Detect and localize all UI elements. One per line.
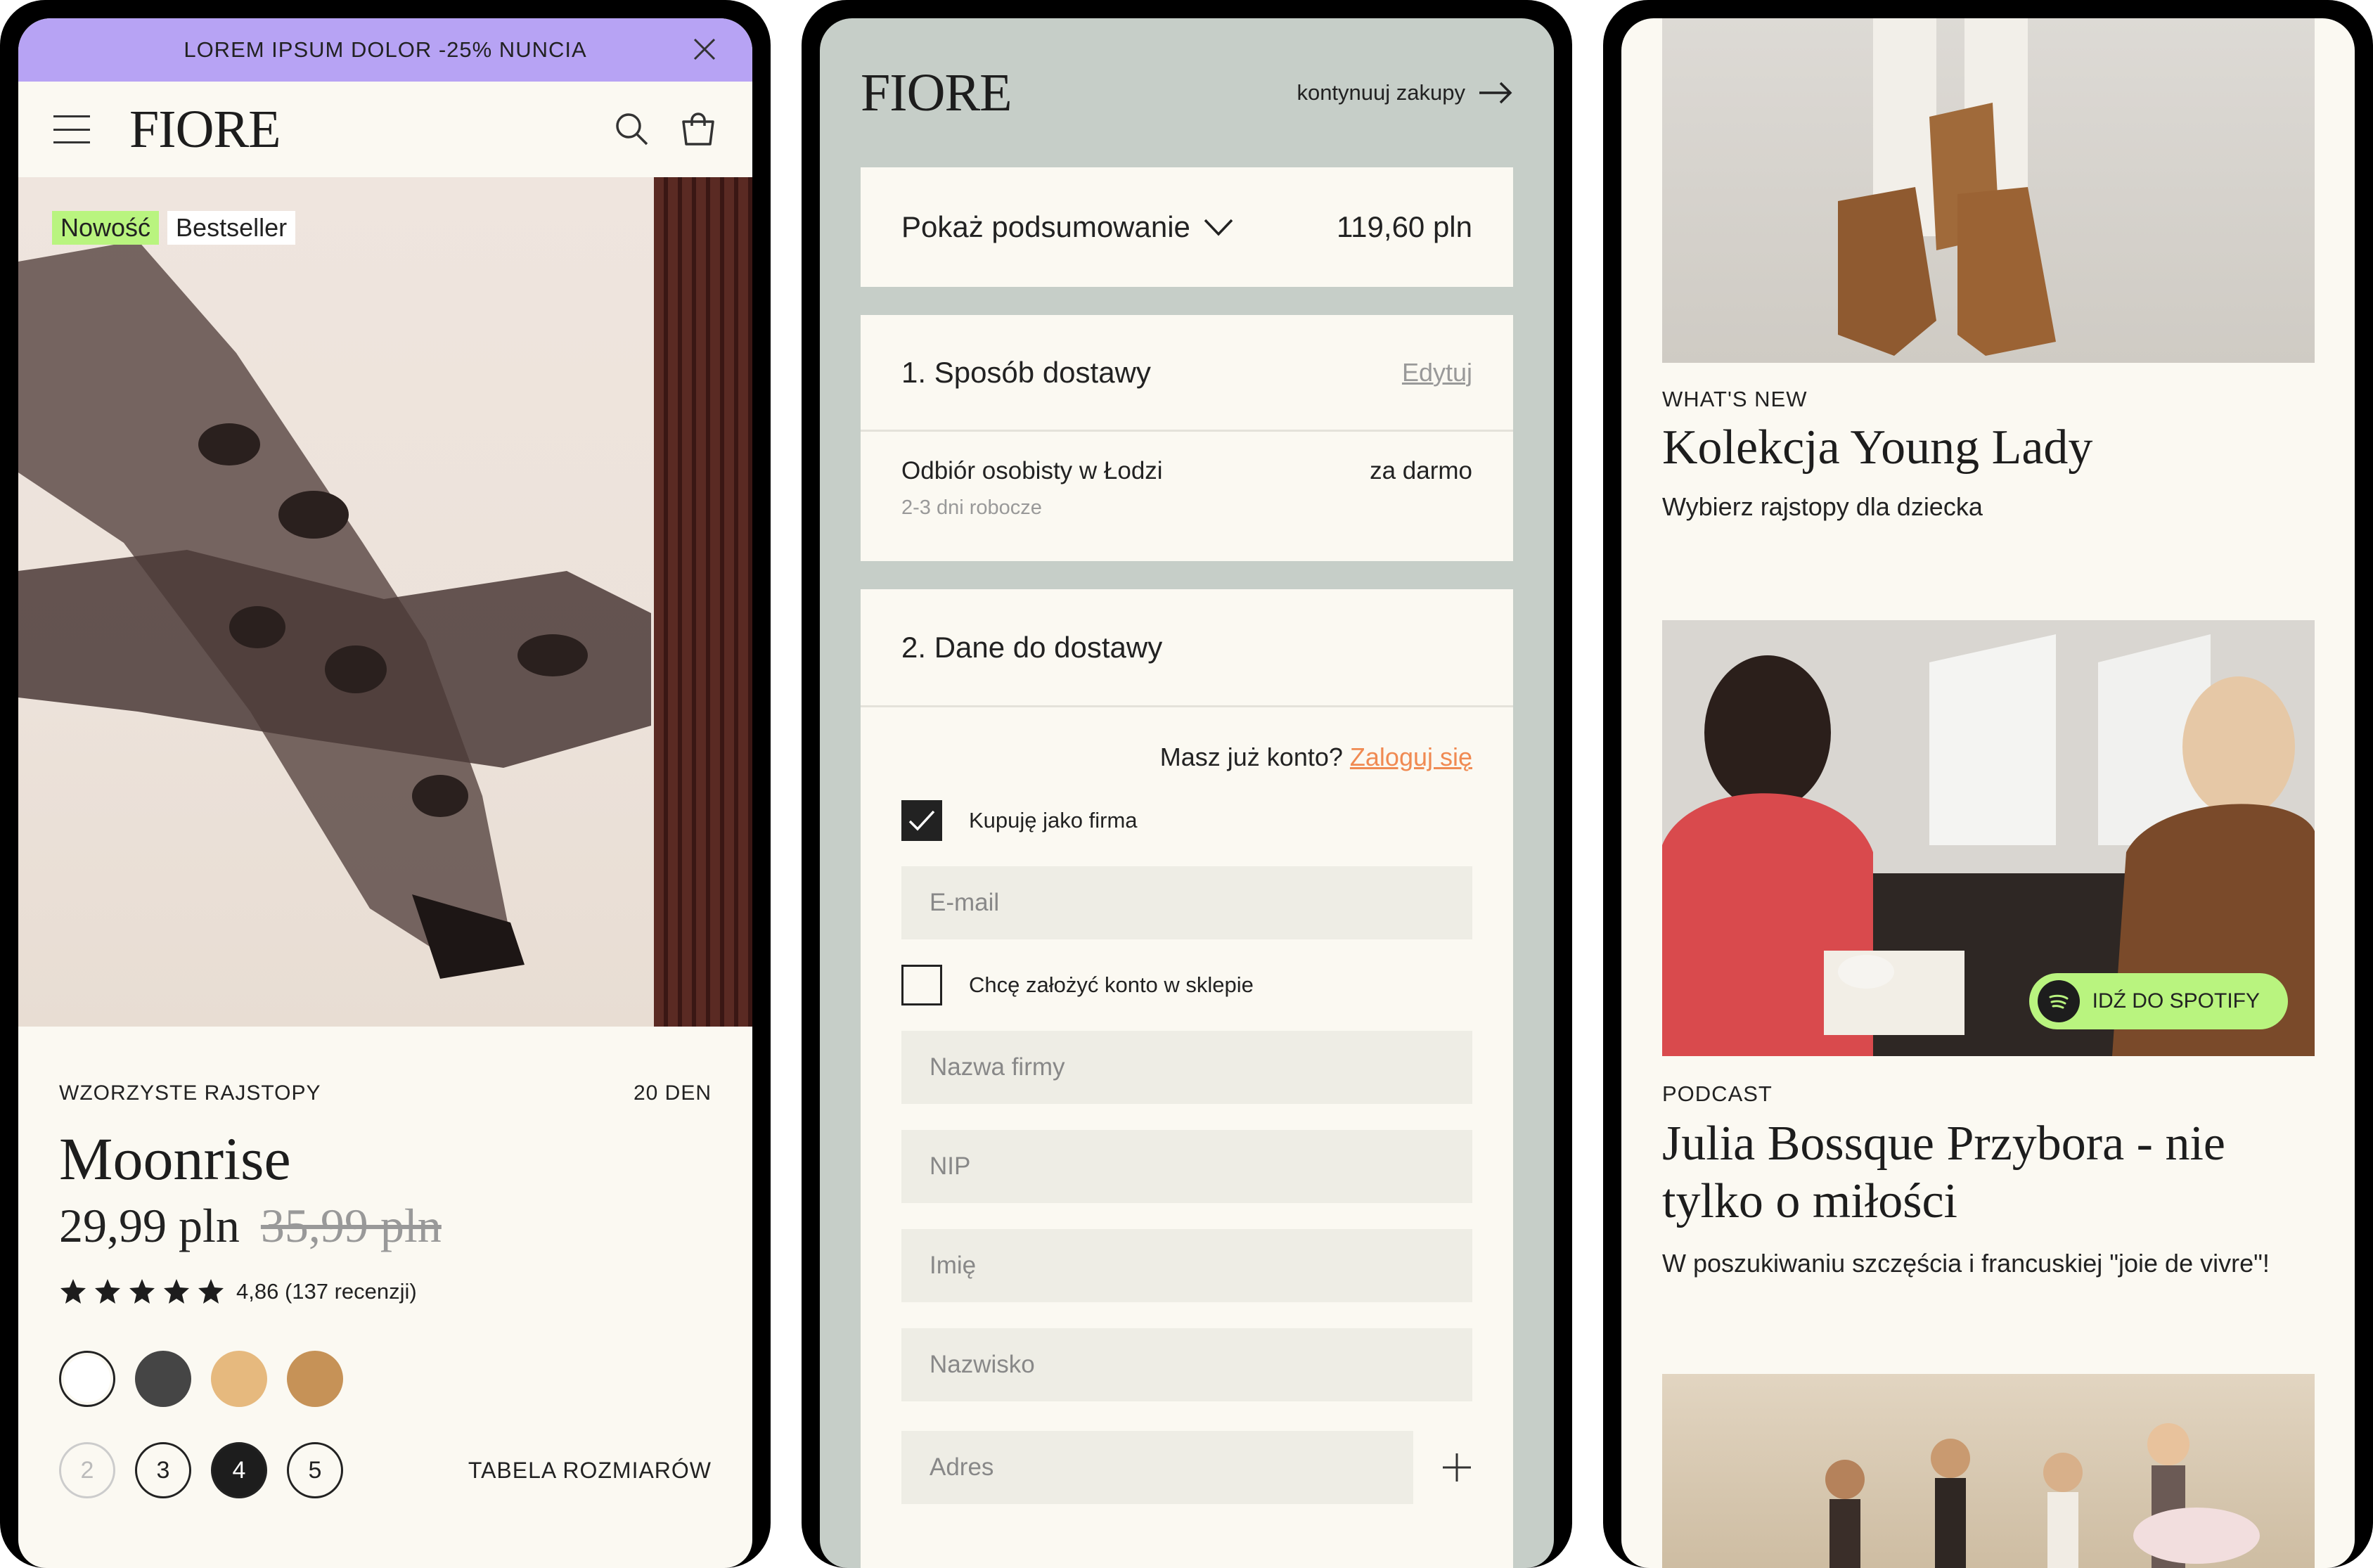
summary-label: Pokaż podsumowanie	[901, 210, 1190, 243]
size-option[interactable]: 4	[211, 1442, 267, 1498]
first-name-field[interactable]: Imię	[901, 1229, 1472, 1302]
address-row: Adres	[901, 1431, 1472, 1504]
promo-banner: LOREM IPSUM DOLOR -25% NUNCIA	[18, 18, 752, 82]
podcast-image[interactable]: IDŹ DO SPOTIFY	[1662, 620, 2315, 1056]
delivery-method-section: 1. Sposób dostawy Edytuj Odbiór osobisty…	[861, 315, 1513, 561]
product-den: 20 DEN	[633, 1081, 712, 1105]
size-option[interactable]: 3	[135, 1442, 191, 1498]
account-question: Masz już konto?	[1159, 743, 1343, 771]
order-summary-toggle[interactable]: Pokaż podsumowanie 119,60 pln	[861, 167, 1513, 287]
star-icon	[95, 1279, 120, 1304]
spotify-icon	[2037, 980, 2080, 1022]
size-selector: 2 3 4 5 TABELA ROZMIARÓW	[59, 1442, 712, 1498]
top-nav: FIORE	[18, 82, 752, 177]
young-lady-image[interactable]	[1662, 18, 2315, 363]
edit-link[interactable]: Edytuj	[1402, 358, 1472, 387]
spotify-label: IDŹ DO SPOTIFY	[2092, 989, 2260, 1013]
continue-shopping-link[interactable]: kontynuuj zakupy	[1297, 80, 1513, 105]
check-icon	[908, 810, 935, 831]
socks-illustration	[18, 240, 651, 979]
badge-bestseller: Bestseller	[167, 211, 296, 245]
article-podcast[interactable]: PODCAST Julia Bossque Przybora - nie tyl…	[1662, 1081, 2314, 1278]
article-title[interactable]: Kolekcja Young Lady	[1662, 419, 2314, 477]
blog-phone: WHAT'S NEW Kolekcja Young Lady Wybierz r…	[1603, 0, 2373, 1568]
spotify-button[interactable]: IDŹ DO SPOTIFY	[2028, 973, 2288, 1029]
article-description: Wybierz rajstopy dla dziecka	[1662, 492, 1983, 521]
company-checkbox-label: Kupuję jako firma	[969, 808, 1138, 833]
product-info: WZORZYSTE RAJSTOPY 20 DEN Moonrise 29,99…	[18, 1027, 752, 1498]
chevron-down-icon	[1204, 219, 1233, 236]
last-name-field[interactable]: Nazwisko	[901, 1328, 1472, 1401]
product-screen: LOREM IPSUM DOLOR -25% NUNCIA FIORE Nowo…	[18, 18, 752, 1568]
checkout-nav: FIORE kontynuuj zakupy	[820, 18, 1554, 167]
star-icon	[198, 1279, 224, 1304]
star-icon	[164, 1279, 189, 1304]
size-option[interactable]: 5	[287, 1442, 343, 1498]
login-prompt: Masz już konto? Zaloguj się	[901, 743, 1472, 772]
product-phone: LOREM IPSUM DOLOR -25% NUNCIA FIORE Nowo…	[0, 0, 771, 1568]
blog-screen: WHAT'S NEW Kolekcja Young Lady Wybierz r…	[1621, 18, 2355, 1568]
delivery-method-price: za darmo	[1370, 457, 1472, 484]
company-checkbox[interactable]	[901, 800, 942, 841]
checkout-phone: FIORE kontynuuj zakupy Pokaż podsumowani…	[802, 0, 1572, 1568]
shoes-illustration	[1838, 18, 2056, 356]
continue-label: kontynuuj zakupy	[1297, 80, 1465, 105]
nip-field[interactable]: NIP	[901, 1130, 1472, 1203]
search-icon[interactable]	[613, 110, 650, 147]
summary-total: 119,60 pln	[1336, 210, 1472, 243]
create-account-checkbox[interactable]	[901, 965, 942, 1005]
logo[interactable]: FIORE	[861, 63, 1012, 124]
email-field[interactable]: E-mail	[901, 866, 1472, 939]
address-field[interactable]: Adres	[901, 1431, 1413, 1504]
color-swatch[interactable]	[211, 1351, 267, 1407]
color-swatches	[59, 1351, 712, 1407]
product-image[interactable]: Nowość Bestseller	[18, 177, 752, 1027]
cart-icon[interactable]	[679, 110, 717, 148]
create-account-row[interactable]: Chcę założyć konto w sklepie	[901, 965, 1472, 1005]
curtain-edge	[654, 177, 752, 1027]
logo[interactable]: FIORE	[129, 99, 281, 160]
delivery-data-title: 2. Dane do dostawy	[861, 589, 1513, 707]
article-title[interactable]: Julia Bossque Przybora - nie tylko o mił…	[1662, 1115, 2314, 1230]
checkout-screen: FIORE kontynuuj zakupy Pokaż podsumowani…	[820, 18, 1554, 1568]
color-swatch[interactable]	[135, 1351, 191, 1407]
product-category: WZORZYSTE RAJSTOPY	[59, 1081, 321, 1105]
color-swatch[interactable]	[287, 1351, 343, 1407]
delivery-method-time: 2-3 dni robocze	[901, 496, 1042, 519]
star-icon	[129, 1279, 155, 1304]
ballet-illustration	[1825, 1423, 2260, 1568]
create-account-label: Chcę założyć konto w sklepie	[969, 972, 1254, 997]
color-swatch[interactable]	[59, 1351, 115, 1407]
delivery-method-name: Odbiór osobisty w Łodzi	[901, 457, 1163, 484]
product-badges: Nowość Bestseller	[52, 211, 296, 245]
close-icon[interactable]	[692, 37, 717, 62]
menu-icon[interactable]	[53, 115, 90, 143]
article-young-lady[interactable]: WHAT'S NEW Kolekcja Young Lady Wybierz r…	[1662, 387, 2314, 522]
rating[interactable]: 4,86 (137 recenzji)	[59, 1278, 712, 1306]
badge-new: Nowość	[52, 211, 160, 245]
ballet-image[interactable]	[1662, 1374, 2315, 1568]
article-kicker: PODCAST	[1662, 1081, 1773, 1106]
rating-text: 4,86 (137 recenzji)	[236, 1279, 417, 1304]
product-name: Moonrise	[59, 1125, 291, 1193]
article-kicker: WHAT'S NEW	[1662, 387, 1808, 411]
size-option[interactable]: 2	[59, 1442, 115, 1498]
current-price: 29,99 pln	[59, 1199, 240, 1252]
company-checkbox-row[interactable]: Kupuję jako firma	[901, 800, 1472, 841]
delivery-method-title: 1. Sposób dostawy	[901, 355, 1151, 389]
star-icon	[60, 1279, 86, 1304]
login-link[interactable]: Zaloguj się	[1350, 743, 1472, 771]
old-price: 35,99 pln	[260, 1199, 442, 1252]
promo-text: LOREM IPSUM DOLOR -25% NUNCIA	[184, 37, 587, 62]
delivery-data-section: 2. Dane do dostawy Masz już konto? Zalog…	[861, 589, 1513, 1568]
arrow-right-icon	[1479, 82, 1512, 104]
company-name-field[interactable]: Nazwa firmy	[901, 1031, 1472, 1104]
size-table-link[interactable]: TABELA ROZMIARÓW	[468, 1458, 712, 1484]
article-description: W poszukiwaniu szczęścia i francuskiej "…	[1662, 1249, 2270, 1278]
plus-icon[interactable]	[1441, 1452, 1472, 1483]
rating-stars	[59, 1278, 225, 1306]
product-price: 29,99 pln 35,99 pln	[59, 1198, 712, 1254]
